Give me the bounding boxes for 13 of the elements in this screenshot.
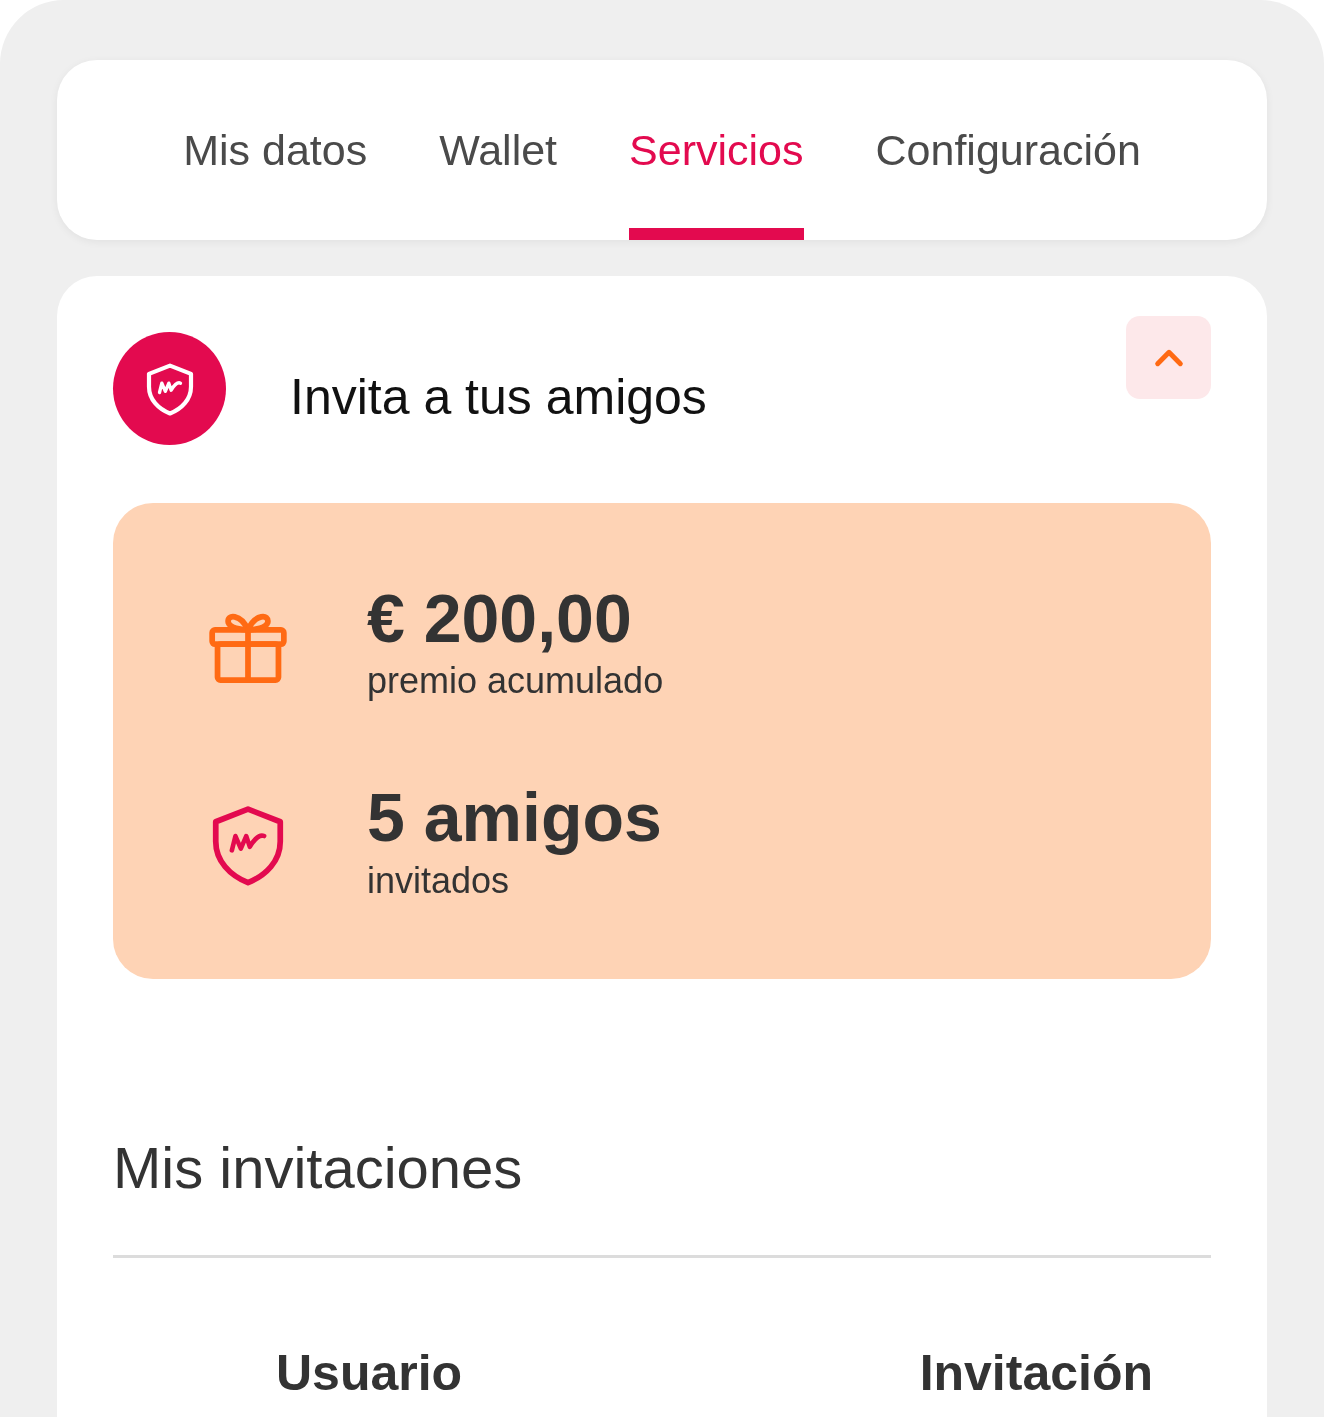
collapse-button[interactable] bbox=[1126, 316, 1211, 399]
column-header: Invitación bbox=[919, 1344, 1153, 1403]
stat-value: € 200,00 bbox=[367, 583, 633, 655]
section-title: Invita a tus amigos bbox=[290, 368, 707, 427]
tab[interactable]: Servicios bbox=[629, 60, 804, 240]
tab[interactable]: Wallet bbox=[439, 60, 558, 240]
stat-caption: premio acumulado bbox=[367, 659, 664, 704]
column-header: Usuario bbox=[276, 1344, 463, 1403]
stat-value: 5 amigos bbox=[367, 782, 662, 854]
stat-caption: invitados bbox=[367, 858, 511, 903]
tab[interactable]: Mis datos bbox=[183, 60, 368, 240]
section-heading: Mis invitaciones bbox=[113, 1139, 524, 1197]
tab[interactable]: Configuración bbox=[875, 60, 1141, 240]
